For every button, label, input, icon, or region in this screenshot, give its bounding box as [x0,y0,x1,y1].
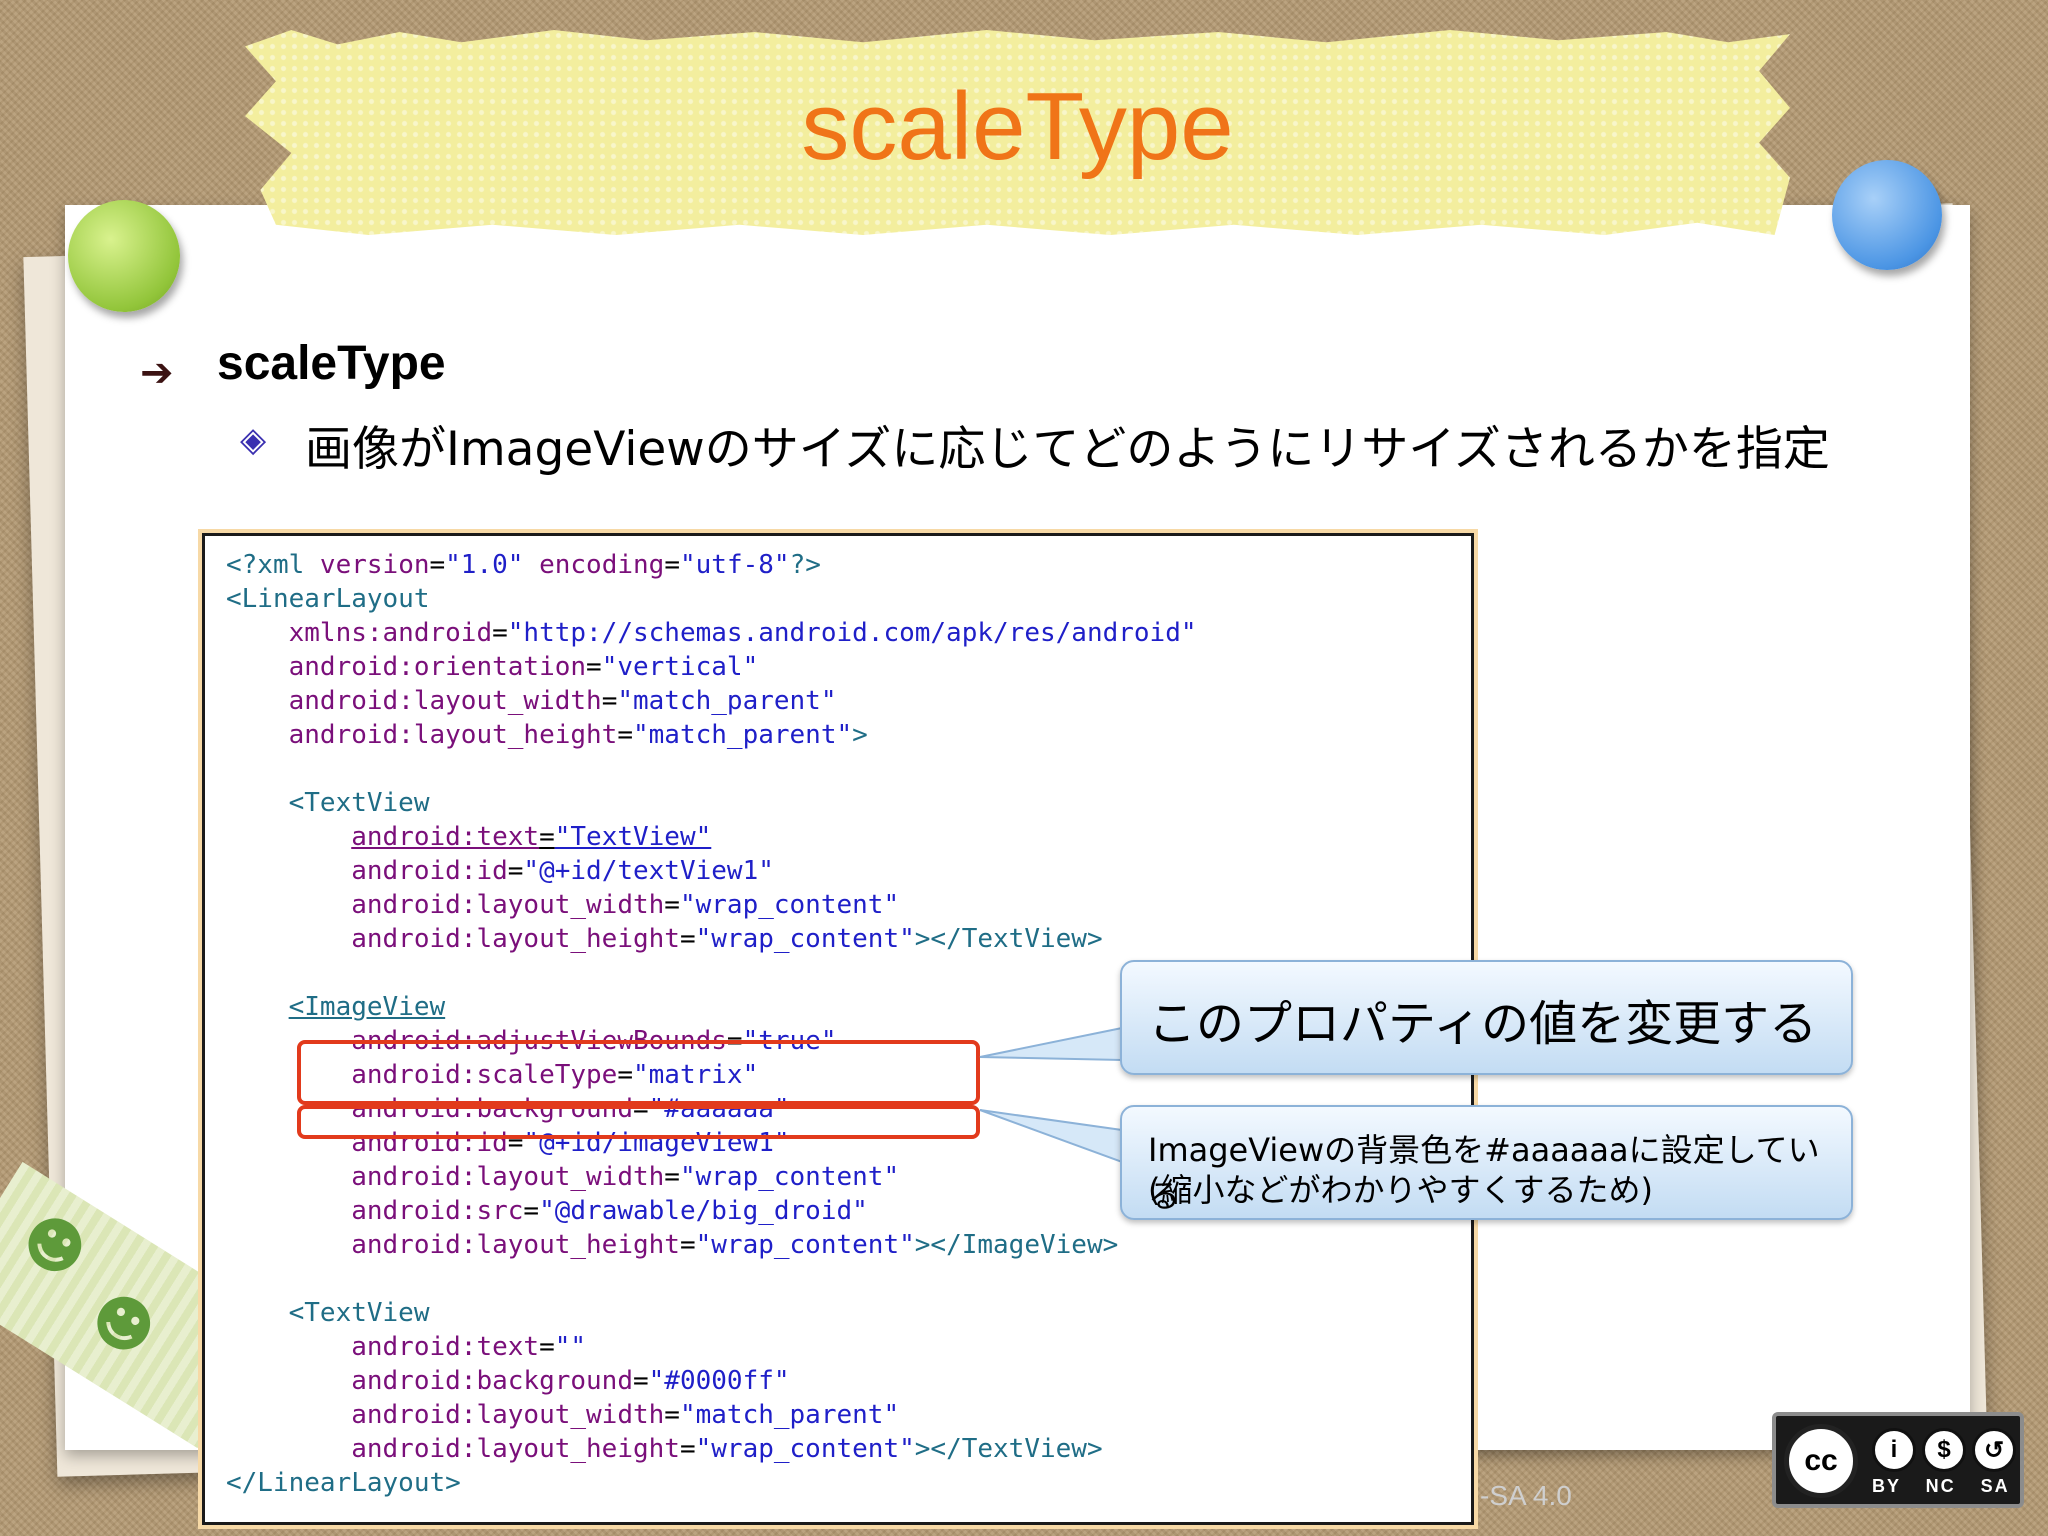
license-text: -SA 4.0 [1480,1480,1572,1511]
no-dollar-icon: $ [1922,1428,1966,1472]
callout-change-value: このプロパティの値を変更する [1120,960,1853,1075]
cc-license-badge: cc i $ ↺ BY NC SA [1772,1412,2024,1508]
callout-background-note: ImageViewの背景色を#aaaaaaに設定している (縮小などがわかりやす… [1120,1105,1853,1220]
callout-text-line2: (縮小などがわかりやすくするため) [1148,1171,1653,1209]
callout-text: このプロパティの値を変更する [1148,996,1818,1052]
share-alike-icon: ↺ [1972,1428,2016,1472]
cc-badge-words: BY NC SA [1872,1476,2010,1496]
callout-pointers [979,1026,1123,1164]
cc-logo-icon: cc [1784,1424,1858,1498]
person-icon: i [1872,1428,1916,1472]
